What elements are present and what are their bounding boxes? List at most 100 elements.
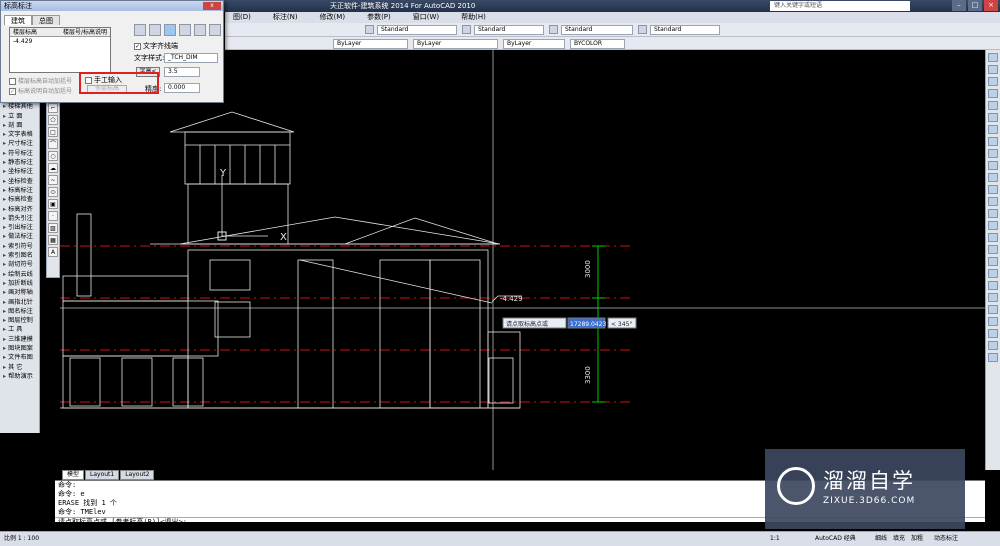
text-style-icon[interactable] xyxy=(365,25,374,34)
modify-tool-icon[interactable] xyxy=(988,173,998,182)
text-height-input[interactable]: 3.5 xyxy=(164,67,200,77)
tarch-menu-item[interactable]: 索引图名 xyxy=(0,251,39,260)
table-cell[interactable] xyxy=(60,37,110,46)
tarch-menu-item[interactable]: 索引符号 xyxy=(0,242,39,251)
modify-tool-icon[interactable] xyxy=(988,137,998,146)
tab-layout1[interactable]: Layout1 xyxy=(85,470,120,480)
polyline-tool-icon[interactable]: ⌐ xyxy=(48,103,58,113)
dim-style-icon[interactable] xyxy=(462,25,471,34)
text-align-checkbox[interactable]: ✓ xyxy=(134,42,141,50)
modify-tool-icon[interactable] xyxy=(988,233,998,242)
lineweight-select[interactable]: ByLayer xyxy=(503,39,565,49)
tarch-menu-item[interactable]: 画对称轴 xyxy=(0,288,39,297)
block-tool-icon[interactable]: ▣ xyxy=(48,199,58,209)
elevation-filled-icon[interactable] xyxy=(149,24,161,36)
modify-tool-icon[interactable] xyxy=(988,245,998,254)
table-cell[interactable]: -4.429 xyxy=(10,37,60,46)
circle-tool-icon[interactable]: ○ xyxy=(48,151,58,161)
workspace-switch[interactable]: AutoCAD 经典 xyxy=(815,532,856,546)
tab-architecture[interactable]: 建筑 xyxy=(4,15,32,25)
elevation-symbol-icon[interactable] xyxy=(134,24,146,36)
tarch-menu-item[interactable]: 图层控制 xyxy=(0,316,39,325)
tarch-menu-item[interactable]: 坐标标注 xyxy=(0,167,39,176)
tarch-menu-item[interactable]: 图块图案 xyxy=(0,344,39,353)
modify-tool-icon[interactable] xyxy=(988,113,998,122)
tarch-menu-item[interactable]: 其 它 xyxy=(0,363,39,372)
auto-bracket-desc-checkbox[interactable]: ✓ xyxy=(9,88,16,95)
modify-tool-icon[interactable] xyxy=(988,329,998,338)
elevation-open-icon[interactable] xyxy=(164,24,176,36)
modify-tool-icon[interactable] xyxy=(988,65,998,74)
thin-line-toggle[interactable]: 细线 xyxy=(875,532,887,546)
tarch-menu-item[interactable]: 做法标注 xyxy=(0,232,39,241)
dialog-close-button[interactable]: x xyxy=(203,2,221,10)
tab-site-plan[interactable]: 总图 xyxy=(32,15,60,25)
modify-tool-icon[interactable] xyxy=(988,161,998,170)
tarch-menu-item[interactable]: 剖 面 xyxy=(0,121,39,130)
menu-item-modify[interactable]: 修改(M) xyxy=(320,12,346,23)
tarch-menu-item[interactable]: 剖切符号 xyxy=(0,260,39,269)
tab-model[interactable]: 模型 xyxy=(62,470,85,480)
auto-bracket-desc-option[interactable]: ✓ 标高说明自动加括号 xyxy=(9,86,72,95)
tarch-menu-item[interactable]: 引出标注 xyxy=(0,223,39,232)
multileader-style-icon[interactable] xyxy=(638,25,647,34)
menu-item-drawing[interactable]: 图(D) xyxy=(233,12,251,23)
modify-tool-icon[interactable] xyxy=(988,281,998,290)
tarch-menu-item[interactable]: 图名标注 xyxy=(0,307,39,316)
fill-toggle[interactable]: 填充 xyxy=(893,532,905,546)
layer-select[interactable]: ByLayer xyxy=(333,39,408,49)
menu-item-dimension[interactable]: 标注(N) xyxy=(273,12,298,23)
tarch-menu-item[interactable]: 静态标注 xyxy=(0,158,39,167)
modify-tool-icon[interactable] xyxy=(988,197,998,206)
scale-indicator[interactable]: 比例 1 : 100 xyxy=(4,532,39,546)
tarch-menu-item[interactable]: 箭头引注 xyxy=(0,214,39,223)
tarch-menu-item[interactable]: 符号标注 xyxy=(0,149,39,158)
text-tool-icon[interactable]: A xyxy=(48,247,58,257)
ellipse-tool-icon[interactable]: ⬭ xyxy=(48,187,58,197)
dynamic-dim-toggle[interactable]: 动态标注 xyxy=(934,532,958,546)
point-tool-icon[interactable]: · xyxy=(48,211,58,221)
modify-tool-icon[interactable] xyxy=(988,221,998,230)
modify-tool-icon[interactable] xyxy=(988,149,998,158)
modify-tool-icon[interactable] xyxy=(988,269,998,278)
auto-bracket-layer-checkbox[interactable] xyxy=(9,78,16,85)
text-style-select[interactable]: _TCH_DIM xyxy=(164,53,218,63)
modify-tool-icon[interactable] xyxy=(988,101,998,110)
plot-style-select[interactable]: BYCOLOR xyxy=(570,39,625,49)
table-style-select[interactable]: Standard xyxy=(561,25,633,35)
modify-tool-icon[interactable] xyxy=(988,53,998,62)
close-icon[interactable]: × xyxy=(984,0,998,11)
modify-tool-icon[interactable] xyxy=(988,209,998,218)
menu-item-parametric[interactable]: 参数(P) xyxy=(367,12,391,23)
text-style-select[interactable]: Standard xyxy=(377,25,457,35)
tarch-menu-item[interactable]: 画指北针 xyxy=(0,298,39,307)
drawing-canvas[interactable]: 3000 3300 -4.429 Y X 请点取标高点或 17289.0423 … xyxy=(60,50,985,470)
minimize-icon[interactable]: – xyxy=(952,0,966,11)
annotation-scale[interactable]: 1:1 xyxy=(770,532,780,546)
precision-select[interactable]: 0.000 xyxy=(164,83,200,93)
tarch-menu-item[interactable]: 坐标检查 xyxy=(0,177,39,186)
elevation-arrow-icon[interactable] xyxy=(179,24,191,36)
modify-tool-icon[interactable] xyxy=(988,353,998,362)
arc-tool-icon[interactable]: ⌒ xyxy=(48,139,58,149)
modify-tool-icon[interactable] xyxy=(988,89,998,98)
tarch-menu-item[interactable]: 绘制云线 xyxy=(0,270,39,279)
modify-tool-icon[interactable] xyxy=(988,317,998,326)
tarch-menu-item[interactable]: 标高检查 xyxy=(0,195,39,204)
elevation-multi-icon[interactable] xyxy=(209,24,221,36)
polygon-tool-icon[interactable]: ⬠ xyxy=(48,115,58,125)
tarch-menu-item[interactable]: 文件布图 xyxy=(0,353,39,362)
tarch-menu-item[interactable]: 帮助演示 xyxy=(0,372,39,381)
menu-item-window[interactable]: 窗口(W) xyxy=(413,12,439,23)
modify-tool-icon[interactable] xyxy=(988,77,998,86)
tarch-menu-item[interactable]: 尺寸标注 xyxy=(0,139,39,148)
multileader-style-select[interactable]: Standard xyxy=(650,25,720,35)
table-style-icon[interactable] xyxy=(549,25,558,34)
help-search-input[interactable]: 键入关键字或短语 xyxy=(770,1,910,11)
linetype-select[interactable]: ByLayer xyxy=(413,39,498,49)
auto-bracket-layer-option[interactable]: 楼层标高自动加括号 xyxy=(9,76,72,85)
tarch-menu-item[interactable]: 加折断线 xyxy=(0,279,39,288)
hatch-tool-icon[interactable]: ▨ xyxy=(48,223,58,233)
cloud-tool-icon[interactable]: ☁ xyxy=(48,163,58,173)
tarch-menu-item[interactable]: 立 面 xyxy=(0,112,39,121)
